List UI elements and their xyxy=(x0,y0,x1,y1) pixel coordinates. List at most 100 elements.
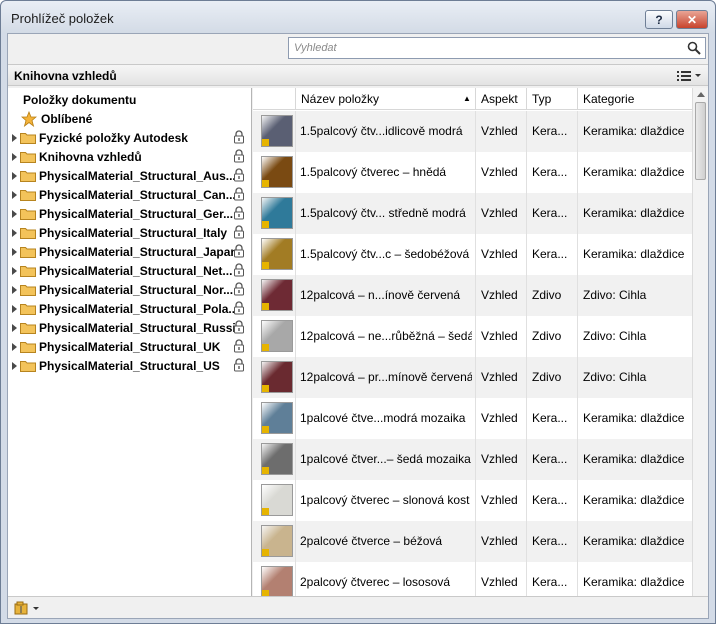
header-type-label: Typ xyxy=(532,92,552,106)
header-aspect-label: Aspekt xyxy=(481,92,518,106)
header-category[interactable]: Kategorie xyxy=(577,88,693,110)
material-thumbnail xyxy=(261,238,293,270)
table-row[interactable]: 1.5palcový čtv...idlicově modrá Vzhled Ker… xyxy=(253,111,693,152)
help-button[interactable]: ? xyxy=(645,10,673,29)
column-divider xyxy=(526,521,527,562)
column-divider xyxy=(526,111,527,152)
column-divider xyxy=(295,562,296,596)
scrollbar-thumb[interactable] xyxy=(695,102,706,180)
scroll-up-icon[interactable] xyxy=(697,92,705,97)
lock-icon xyxy=(234,206,244,220)
expand-arrow-icon[interactable] xyxy=(12,304,17,313)
column-divider xyxy=(475,234,476,275)
header-aspect[interactable]: Aspekt xyxy=(475,88,526,110)
material-thumbnail xyxy=(261,525,293,557)
cell-aspect: Vzhled xyxy=(481,206,518,220)
column-divider xyxy=(526,152,527,193)
column-divider xyxy=(577,480,578,521)
title-bar[interactable]: Prohlížeč položek ? ✕ xyxy=(1,1,715,33)
expand-arrow-icon[interactable] xyxy=(12,323,17,332)
header-name[interactable]: Název položky ▲ xyxy=(295,88,475,110)
search-input[interactable]: Vyhledat xyxy=(288,37,706,59)
table-header: Název položky ▲ Aspekt Typ Kategorie xyxy=(253,88,693,110)
column-divider xyxy=(475,152,476,193)
cell-type: Kera... xyxy=(532,452,568,466)
close-button[interactable]: ✕ xyxy=(676,10,708,29)
vertical-scrollbar[interactable] xyxy=(692,88,708,596)
material-thumbnail xyxy=(261,279,293,311)
tree-library-item[interactable]: PhysicalMaterial_Structural_Russia xyxy=(12,318,242,337)
expand-arrow-icon[interactable] xyxy=(12,247,17,256)
column-divider xyxy=(475,521,476,562)
tree-library-item[interactable]: PhysicalMaterial_Structural_Can... xyxy=(12,185,236,204)
lock-icon xyxy=(234,244,244,258)
cell-name: 12palcová – pr...mínově červená xyxy=(300,370,472,384)
cell-category: Keramika: dlaždice xyxy=(583,124,685,138)
material-thumbnail xyxy=(261,361,293,393)
tree-library-item[interactable]: PhysicalMaterial_Structural_Nor... xyxy=(12,280,233,299)
table-row[interactable]: 2palcové čtverce – béžová Vzhled Kera... Ke… xyxy=(253,521,693,562)
material-thumbnail xyxy=(261,197,293,229)
expand-arrow-icon[interactable] xyxy=(12,266,17,275)
table-row[interactable]: 12palcová – n...ínově červená Vzhled Zdivo… xyxy=(253,275,693,316)
view-options-icon[interactable] xyxy=(674,68,702,84)
column-divider xyxy=(526,439,527,480)
tree-library-item[interactable]: PhysicalMaterial_Structural_Italy xyxy=(12,223,227,242)
tree-library-item[interactable]: PhysicalMaterial_Structural_UK xyxy=(12,337,220,356)
tree-library-item[interactable]: Fyzické položky Autodesk xyxy=(12,128,188,147)
cell-type: Zdivo xyxy=(532,329,562,343)
expand-arrow-icon[interactable] xyxy=(12,209,17,218)
cell-name: 12palcová – ne...růběžná – šedá xyxy=(300,329,472,343)
tree-document-items[interactable]: Položky dokumentu xyxy=(23,90,136,109)
tree-library-item[interactable]: PhysicalMaterial_Structural_Ger... xyxy=(12,204,233,223)
material-badge-icon xyxy=(262,467,269,474)
expand-arrow-icon[interactable] xyxy=(12,361,17,370)
column-divider xyxy=(475,357,476,398)
column-divider xyxy=(577,275,578,316)
expand-arrow-icon[interactable] xyxy=(12,285,17,294)
column-divider xyxy=(475,562,476,596)
table-row[interactable]: 1palcové čtver...– šedá mozaika Vzhled Ker… xyxy=(253,439,693,480)
column-divider xyxy=(295,439,296,480)
table-row[interactable]: 2palcový čtverec – lososová Vzhled Kera...… xyxy=(253,562,693,596)
expand-arrow-icon[interactable] xyxy=(12,228,17,237)
cell-aspect: Vzhled xyxy=(481,329,518,343)
tree-library-item[interactable]: Knihovna vzhledů xyxy=(12,147,142,166)
table-row[interactable]: 1palcové čtve...modrá mozaika Vzhled Kera.… xyxy=(253,398,693,439)
expand-arrow-icon[interactable] xyxy=(12,152,17,161)
cell-aspect: Vzhled xyxy=(481,370,518,384)
cell-name: 1.5palcový čtv...c – šedobéžová xyxy=(300,247,470,261)
cell-category: Keramika: dlaždice xyxy=(583,247,685,261)
folder-icon xyxy=(20,360,36,372)
tree-library-item[interactable]: PhysicalMaterial_Structural_Aus... xyxy=(12,166,236,185)
cell-category: Keramika: dlaždice xyxy=(583,206,685,220)
library-label: PhysicalMaterial_Structural_Nor... xyxy=(39,282,234,297)
expand-arrow-icon[interactable] xyxy=(12,133,17,142)
column-divider xyxy=(577,193,578,234)
library-manage-icon[interactable] xyxy=(14,601,42,615)
tree-library-item[interactable]: PhysicalMaterial_Structural_US xyxy=(12,356,220,375)
tree-favorites[interactable]: Oblíbené xyxy=(21,109,92,128)
cell-category: Keramika: dlaždice xyxy=(583,493,685,507)
expand-arrow-icon[interactable] xyxy=(12,171,17,180)
status-bar xyxy=(8,596,708,618)
table-row[interactable]: 12palcová – ne...růběžná – šedá Vzhled Zdi… xyxy=(253,316,693,357)
table-row[interactable]: 1.5palcový čtverec – hnědá Vzhled Kera... K… xyxy=(253,152,693,193)
table-row[interactable]: 1.5palcový čtv...c – šedobéžová Vzhled Ker… xyxy=(253,234,693,275)
items-table: Název položky ▲ Aspekt Typ Kategorie 1.5… xyxy=(253,88,708,596)
tree-library-item[interactable]: PhysicalMaterial_Structural_Net... xyxy=(12,261,232,280)
cell-name: 1.5palcový čtverec – hnědá xyxy=(300,165,447,179)
folder-icon xyxy=(20,303,36,315)
header-type[interactable]: Typ xyxy=(526,88,577,110)
expand-arrow-icon[interactable] xyxy=(12,342,17,351)
tree-library-item[interactable]: PhysicalMaterial_Structural_Pola... xyxy=(12,299,238,318)
search-icon[interactable] xyxy=(686,40,702,56)
column-divider xyxy=(526,562,527,596)
tree-library-item[interactable]: PhysicalMaterial_Structural_Japan xyxy=(12,242,238,261)
cell-aspect: Vzhled xyxy=(481,124,518,138)
column-divider xyxy=(526,480,527,521)
table-row[interactable]: 1palcový čtverec – slonová kost Vzhled Ker… xyxy=(253,480,693,521)
expand-arrow-icon[interactable] xyxy=(12,190,17,199)
table-row[interactable]: 12palcová – pr...mínově červená Vzhled Zdi… xyxy=(253,357,693,398)
table-row[interactable]: 1.5palcový čtv... středně modrá Vzhled Ker… xyxy=(253,193,693,234)
